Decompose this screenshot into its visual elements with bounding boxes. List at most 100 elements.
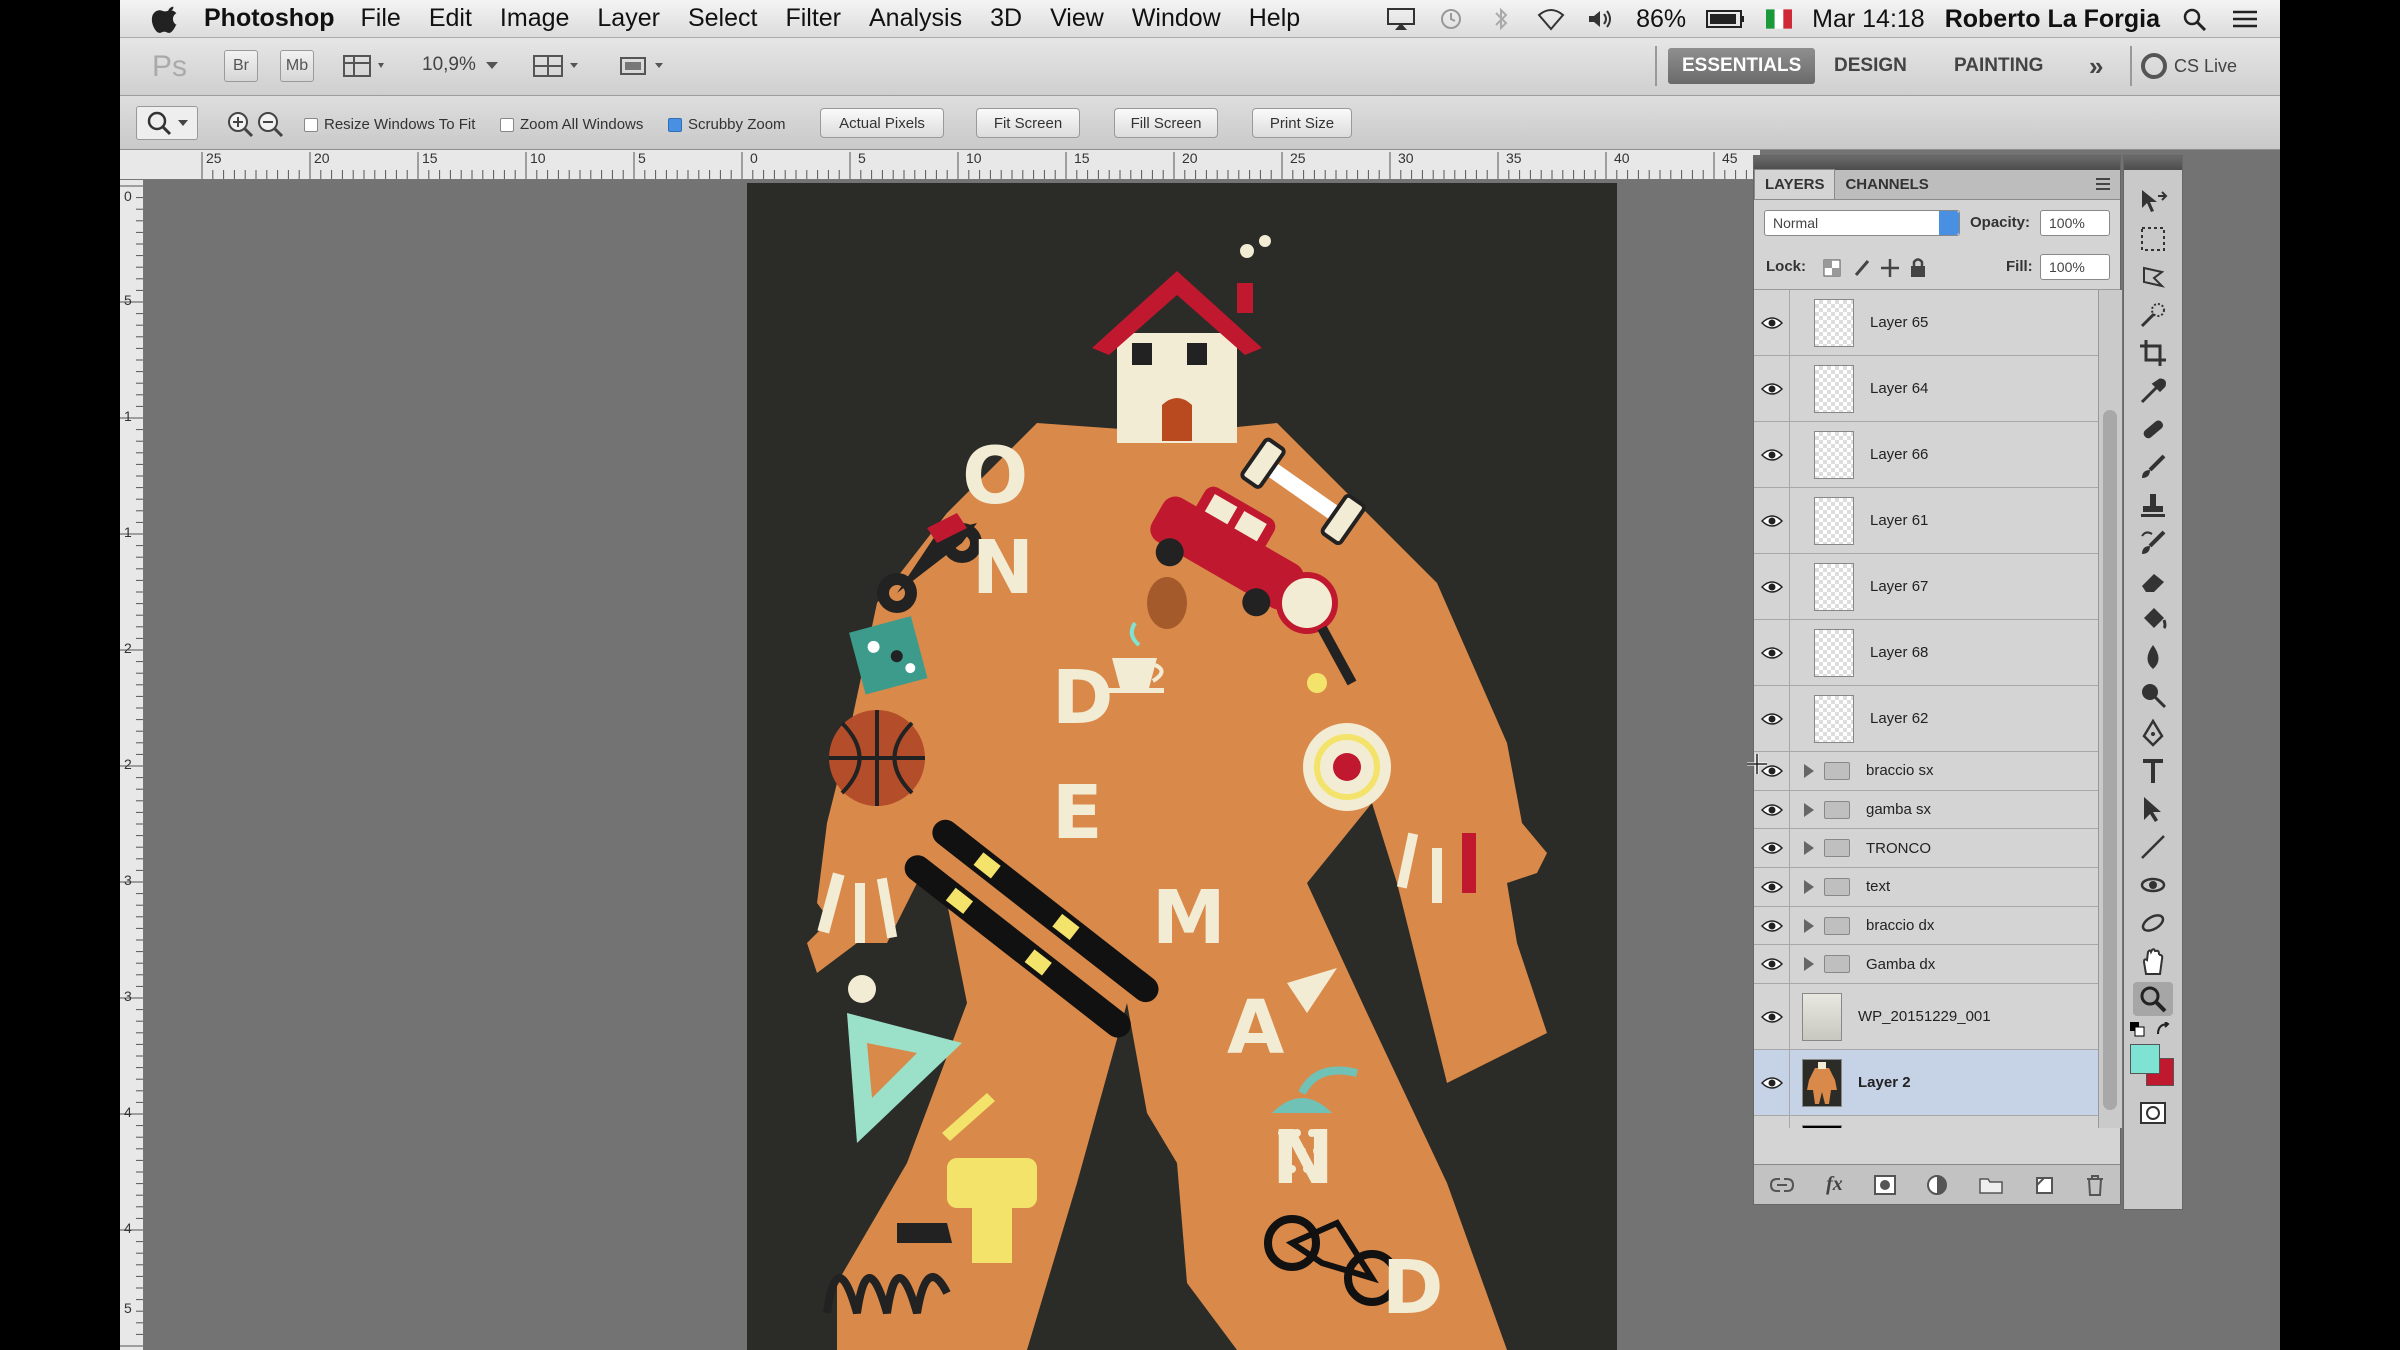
layer-thumbnail[interactable]: [1814, 364, 1854, 413]
visibility-toggle[interactable]: [1754, 356, 1790, 421]
layer-thumbnail[interactable]: [1814, 496, 1854, 545]
layer-row[interactable]: Layer 61: [1754, 488, 2098, 554]
layer-name[interactable]: text: [1866, 878, 1890, 895]
blur-tool[interactable]: [2133, 640, 2173, 674]
apple-icon[interactable]: [150, 4, 184, 34]
menu-3d[interactable]: 3D: [990, 4, 1022, 33]
layer-thumbnail[interactable]: [1814, 430, 1854, 479]
layer-name[interactable]: Layer 68: [1870, 644, 1928, 661]
history-brush-tool[interactable]: [2133, 526, 2173, 560]
clock[interactable]: Mar 14:18: [1812, 5, 1925, 34]
visibility-toggle[interactable]: [1754, 422, 1790, 487]
layer-name[interactable]: Layer 66: [1870, 446, 1928, 463]
tab-channels[interactable]: CHANNELS: [1835, 170, 1938, 199]
notification-center-icon[interactable]: [2230, 7, 2260, 31]
zoom-all-windows-checkbox[interactable]: Zoom All Windows: [500, 116, 643, 133]
visibility-toggle[interactable]: [1754, 1050, 1790, 1116]
hand-tool[interactable]: [2133, 944, 2173, 978]
menu-file[interactable]: File: [361, 4, 401, 33]
visibility-toggle[interactable]: [1754, 945, 1790, 984]
zoom-in-icon[interactable]: [226, 110, 254, 138]
swap-colors-icon[interactable]: [2156, 1022, 2172, 1038]
healing-brush-tool[interactable]: [2133, 412, 2173, 446]
lock-position-icon[interactable]: [1880, 258, 1900, 278]
workspace-design[interactable]: DESIGN: [1820, 48, 1921, 84]
crop-tool[interactable]: [2133, 336, 2173, 370]
fit-screen-button[interactable]: Fit Screen: [976, 108, 1080, 138]
layer-row[interactable]: Layer 68: [1754, 620, 2098, 686]
fill-screen-button[interactable]: Fill Screen: [1114, 108, 1218, 138]
layer-group-row[interactable]: TRONCO: [1754, 829, 2098, 869]
fx-icon[interactable]: fx: [1826, 1173, 1843, 1196]
layer-thumbnail[interactable]: [1802, 1124, 1842, 1128]
visibility-toggle[interactable]: [1754, 984, 1790, 1050]
3d-orbit-tool[interactable]: [2133, 906, 2173, 940]
visibility-toggle[interactable]: [1754, 906, 1790, 945]
cs-live-button[interactable]: CS Live: [2140, 52, 2237, 80]
tools-header[interactable]: [2124, 156, 2182, 170]
layer-row[interactable]: Layer 65: [1754, 290, 2098, 356]
bridge-button[interactable]: Br: [224, 50, 258, 82]
scrollbar-thumb[interactable]: [2103, 410, 2117, 1110]
visibility-toggle[interactable]: [1754, 790, 1790, 829]
layer-group-row[interactable]: text: [1754, 868, 2098, 907]
layer-group-row[interactable]: braccio dx: [1754, 906, 2098, 946]
expand-triangle-icon[interactable]: [1804, 957, 1814, 972]
zoom-tool[interactable]: [2133, 982, 2173, 1016]
time-machine-icon[interactable]: [1436, 7, 1466, 31]
type-tool[interactable]: [2133, 754, 2173, 788]
dodge-tool[interactable]: [2133, 678, 2173, 712]
visibility-toggle[interactable]: [1754, 829, 1790, 868]
expand-triangle-icon[interactable]: [1804, 841, 1814, 856]
default-colors-icon[interactable]: [2130, 1022, 2146, 1038]
layer-thumbnail[interactable]: [1814, 694, 1854, 743]
zoom-level-dropdown[interactable]: 10,9%: [422, 54, 498, 76]
wifi-icon[interactable]: [1536, 7, 1566, 31]
bluetooth-icon[interactable]: [1486, 7, 1516, 31]
print-size-button[interactable]: Print Size: [1252, 108, 1352, 138]
link-icon[interactable]: [1769, 1175, 1795, 1195]
panel-header[interactable]: [1754, 156, 2120, 170]
document-canvas[interactable]: O N D E M A N D: [747, 183, 1617, 1350]
mini-bridge-button[interactable]: Mb: [280, 50, 314, 82]
layer-name[interactable]: gamba sx: [1866, 801, 1931, 818]
visibility-toggle[interactable]: [1754, 686, 1790, 751]
expand-triangle-icon[interactable]: [1804, 802, 1814, 817]
flag-italy-icon[interactable]: [1766, 7, 1793, 31]
move-tool[interactable]: [2133, 184, 2173, 218]
layer-group-row[interactable]: braccio sx: [1754, 752, 2098, 791]
arrange-documents-button[interactable]: [530, 50, 590, 82]
layer-row[interactable]: Layer 66: [1754, 422, 2098, 488]
layer-row[interactable]: Layer 1: [1754, 1116, 2098, 1128]
menu-edit[interactable]: Edit: [429, 4, 472, 33]
layer-name[interactable]: Layer 65: [1870, 314, 1928, 331]
menu-layer[interactable]: Layer: [597, 4, 660, 33]
airplay-icon[interactable]: [1386, 7, 1416, 31]
foreground-color-swatch[interactable]: [2130, 1044, 2160, 1074]
marquee-tool[interactable]: [2133, 222, 2173, 256]
menu-select[interactable]: Select: [688, 4, 757, 33]
layer-name[interactable]: Layer 2: [1858, 1074, 1911, 1091]
layer-group-row[interactable]: Gamba dx: [1754, 945, 2098, 985]
visibility-toggle[interactable]: [1754, 290, 1790, 355]
layer-name[interactable]: Layer 67: [1870, 578, 1928, 595]
layer-row[interactable]: Layer 2: [1754, 1050, 2098, 1117]
menu-filter[interactable]: Filter: [785, 4, 841, 33]
layer-thumbnail[interactable]: [1814, 298, 1854, 347]
horizontal-ruler[interactable]: 25 20 15 10 5 0 5 10 15 20 25 30 35 40 4…: [120, 150, 1760, 180]
layer-name[interactable]: Layer 62: [1870, 710, 1928, 727]
scrubby-zoom-checkbox[interactable]: Scrubby Zoom: [668, 116, 786, 133]
lock-image-icon[interactable]: [1852, 258, 1872, 278]
menu-image[interactable]: Image: [500, 4, 569, 33]
user-name[interactable]: Roberto La Forgia: [1945, 5, 2160, 34]
layer-row[interactable]: Layer 62: [1754, 686, 2098, 752]
view-extras-button[interactable]: [340, 50, 394, 82]
layer-row[interactable]: Layer 64: [1754, 356, 2098, 422]
layer-thumbnail[interactable]: [1802, 992, 1842, 1041]
pen-tool[interactable]: [2133, 716, 2173, 750]
line-tool[interactable]: [2133, 830, 2173, 864]
layer-row[interactable]: Layer 67: [1754, 554, 2098, 620]
actual-pixels-button[interactable]: Actual Pixels: [820, 108, 944, 138]
volume-icon[interactable]: [1586, 7, 1616, 31]
expand-triangle-icon[interactable]: [1804, 918, 1814, 933]
